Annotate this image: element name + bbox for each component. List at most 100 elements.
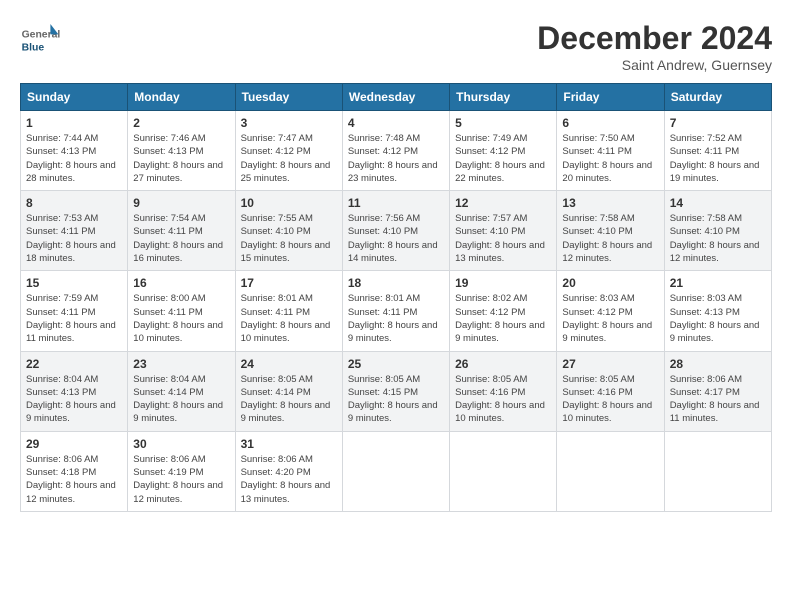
day-of-week-header: Saturday: [664, 84, 771, 111]
calendar-cell: 26 Sunrise: 8:05 AMSunset: 4:16 PMDaylig…: [450, 351, 557, 431]
day-number: 8: [26, 196, 122, 210]
day-number: 29: [26, 437, 122, 451]
calendar-cell: 4 Sunrise: 7:48 AMSunset: 4:12 PMDayligh…: [342, 111, 449, 191]
day-number: 24: [241, 357, 337, 371]
day-of-week-header: Tuesday: [235, 84, 342, 111]
logo-icon: General Blue: [20, 20, 60, 60]
day-number: 22: [26, 357, 122, 371]
svg-text:Blue: Blue: [22, 42, 45, 53]
calendar-cell: 7 Sunrise: 7:52 AMSunset: 4:11 PMDayligh…: [664, 111, 771, 191]
day-number: 1: [26, 116, 122, 130]
day-number: 18: [348, 276, 444, 290]
calendar-cell: 8 Sunrise: 7:53 AMSunset: 4:11 PMDayligh…: [21, 191, 128, 271]
day-detail: Sunrise: 8:06 AMSunset: 4:18 PMDaylight:…: [26, 453, 122, 506]
day-detail: Sunrise: 7:59 AMSunset: 4:11 PMDaylight:…: [26, 292, 122, 345]
calendar-cell: 5 Sunrise: 7:49 AMSunset: 4:12 PMDayligh…: [450, 111, 557, 191]
day-detail: Sunrise: 8:06 AMSunset: 4:19 PMDaylight:…: [133, 453, 229, 506]
calendar-cell: 2 Sunrise: 7:46 AMSunset: 4:13 PMDayligh…: [128, 111, 235, 191]
day-number: 13: [562, 196, 658, 210]
logo: General Blue: [20, 20, 64, 60]
day-number: 4: [348, 116, 444, 130]
day-number: 20: [562, 276, 658, 290]
day-number: 31: [241, 437, 337, 451]
day-detail: Sunrise: 7:44 AMSunset: 4:13 PMDaylight:…: [26, 132, 122, 185]
day-detail: Sunrise: 7:57 AMSunset: 4:10 PMDaylight:…: [455, 212, 551, 265]
calendar-cell: 21 Sunrise: 8:03 AMSunset: 4:13 PMDaylig…: [664, 271, 771, 351]
day-detail: Sunrise: 8:01 AMSunset: 4:11 PMDaylight:…: [241, 292, 337, 345]
day-number: 17: [241, 276, 337, 290]
calendar-cell: [342, 431, 449, 511]
day-detail: Sunrise: 8:03 AMSunset: 4:12 PMDaylight:…: [562, 292, 658, 345]
calendar-cell: 12 Sunrise: 7:57 AMSunset: 4:10 PMDaylig…: [450, 191, 557, 271]
day-number: 10: [241, 196, 337, 210]
day-detail: Sunrise: 8:05 AMSunset: 4:16 PMDaylight:…: [455, 373, 551, 426]
day-of-week-header: Sunday: [21, 84, 128, 111]
calendar-cell: 25 Sunrise: 8:05 AMSunset: 4:15 PMDaylig…: [342, 351, 449, 431]
calendar-cell: 31 Sunrise: 8:06 AMSunset: 4:20 PMDaylig…: [235, 431, 342, 511]
day-number: 25: [348, 357, 444, 371]
day-detail: Sunrise: 7:49 AMSunset: 4:12 PMDaylight:…: [455, 132, 551, 185]
calendar-cell: 15 Sunrise: 7:59 AMSunset: 4:11 PMDaylig…: [21, 271, 128, 351]
calendar-cell: 1 Sunrise: 7:44 AMSunset: 4:13 PMDayligh…: [21, 111, 128, 191]
day-number: 11: [348, 196, 444, 210]
day-of-week-header: Wednesday: [342, 84, 449, 111]
day-detail: Sunrise: 7:55 AMSunset: 4:10 PMDaylight:…: [241, 212, 337, 265]
calendar-cell: 18 Sunrise: 8:01 AMSunset: 4:11 PMDaylig…: [342, 271, 449, 351]
day-detail: Sunrise: 8:06 AMSunset: 4:20 PMDaylight:…: [241, 453, 337, 506]
calendar-cell: 20 Sunrise: 8:03 AMSunset: 4:12 PMDaylig…: [557, 271, 664, 351]
calendar-cell: 28 Sunrise: 8:06 AMSunset: 4:17 PMDaylig…: [664, 351, 771, 431]
day-detail: Sunrise: 7:50 AMSunset: 4:11 PMDaylight:…: [562, 132, 658, 185]
day-of-week-header: Friday: [557, 84, 664, 111]
day-number: 5: [455, 116, 551, 130]
day-number: 7: [670, 116, 766, 130]
day-number: 6: [562, 116, 658, 130]
day-detail: Sunrise: 8:06 AMSunset: 4:17 PMDaylight:…: [670, 373, 766, 426]
calendar-cell: [557, 431, 664, 511]
page-header: General Blue December 2024 Saint Andrew,…: [20, 20, 772, 73]
calendar-cell: 11 Sunrise: 7:56 AMSunset: 4:10 PMDaylig…: [342, 191, 449, 271]
day-detail: Sunrise: 7:56 AMSunset: 4:10 PMDaylight:…: [348, 212, 444, 265]
calendar-cell: 23 Sunrise: 8:04 AMSunset: 4:14 PMDaylig…: [128, 351, 235, 431]
day-number: 3: [241, 116, 337, 130]
calendar-cell: 27 Sunrise: 8:05 AMSunset: 4:16 PMDaylig…: [557, 351, 664, 431]
day-number: 2: [133, 116, 229, 130]
calendar-cell: 19 Sunrise: 8:02 AMSunset: 4:12 PMDaylig…: [450, 271, 557, 351]
day-detail: Sunrise: 7:54 AMSunset: 4:11 PMDaylight:…: [133, 212, 229, 265]
day-detail: Sunrise: 7:46 AMSunset: 4:13 PMDaylight:…: [133, 132, 229, 185]
day-detail: Sunrise: 7:58 AMSunset: 4:10 PMDaylight:…: [562, 212, 658, 265]
calendar-cell: [664, 431, 771, 511]
calendar-cell: 29 Sunrise: 8:06 AMSunset: 4:18 PMDaylig…: [21, 431, 128, 511]
day-number: 19: [455, 276, 551, 290]
day-detail: Sunrise: 7:52 AMSunset: 4:11 PMDaylight:…: [670, 132, 766, 185]
calendar-cell: 13 Sunrise: 7:58 AMSunset: 4:10 PMDaylig…: [557, 191, 664, 271]
day-detail: Sunrise: 7:48 AMSunset: 4:12 PMDaylight:…: [348, 132, 444, 185]
day-detail: Sunrise: 8:04 AMSunset: 4:13 PMDaylight:…: [26, 373, 122, 426]
calendar-header: SundayMondayTuesdayWednesdayThursdayFrid…: [21, 84, 772, 111]
location-subtitle: Saint Andrew, Guernsey: [537, 57, 772, 73]
day-detail: Sunrise: 8:04 AMSunset: 4:14 PMDaylight:…: [133, 373, 229, 426]
day-number: 15: [26, 276, 122, 290]
calendar-cell: 17 Sunrise: 8:01 AMSunset: 4:11 PMDaylig…: [235, 271, 342, 351]
calendar-table: SundayMondayTuesdayWednesdayThursdayFrid…: [20, 83, 772, 512]
calendar-body: 1 Sunrise: 7:44 AMSunset: 4:13 PMDayligh…: [21, 111, 772, 512]
calendar-cell: 24 Sunrise: 8:05 AMSunset: 4:14 PMDaylig…: [235, 351, 342, 431]
day-number: 30: [133, 437, 229, 451]
day-of-week-header: Thursday: [450, 84, 557, 111]
day-number: 27: [562, 357, 658, 371]
calendar-cell: 10 Sunrise: 7:55 AMSunset: 4:10 PMDaylig…: [235, 191, 342, 271]
day-detail: Sunrise: 7:53 AMSunset: 4:11 PMDaylight:…: [26, 212, 122, 265]
day-detail: Sunrise: 8:00 AMSunset: 4:11 PMDaylight:…: [133, 292, 229, 345]
calendar-cell: 6 Sunrise: 7:50 AMSunset: 4:11 PMDayligh…: [557, 111, 664, 191]
calendar-cell: 14 Sunrise: 7:58 AMSunset: 4:10 PMDaylig…: [664, 191, 771, 271]
day-detail: Sunrise: 7:47 AMSunset: 4:12 PMDaylight:…: [241, 132, 337, 185]
day-detail: Sunrise: 8:05 AMSunset: 4:15 PMDaylight:…: [348, 373, 444, 426]
day-detail: Sunrise: 8:02 AMSunset: 4:12 PMDaylight:…: [455, 292, 551, 345]
day-number: 9: [133, 196, 229, 210]
day-number: 23: [133, 357, 229, 371]
calendar-cell: 30 Sunrise: 8:06 AMSunset: 4:19 PMDaylig…: [128, 431, 235, 511]
calendar-cell: 22 Sunrise: 8:04 AMSunset: 4:13 PMDaylig…: [21, 351, 128, 431]
day-detail: Sunrise: 8:01 AMSunset: 4:11 PMDaylight:…: [348, 292, 444, 345]
month-title: December 2024: [537, 20, 772, 57]
calendar-cell: 3 Sunrise: 7:47 AMSunset: 4:12 PMDayligh…: [235, 111, 342, 191]
day-number: 21: [670, 276, 766, 290]
